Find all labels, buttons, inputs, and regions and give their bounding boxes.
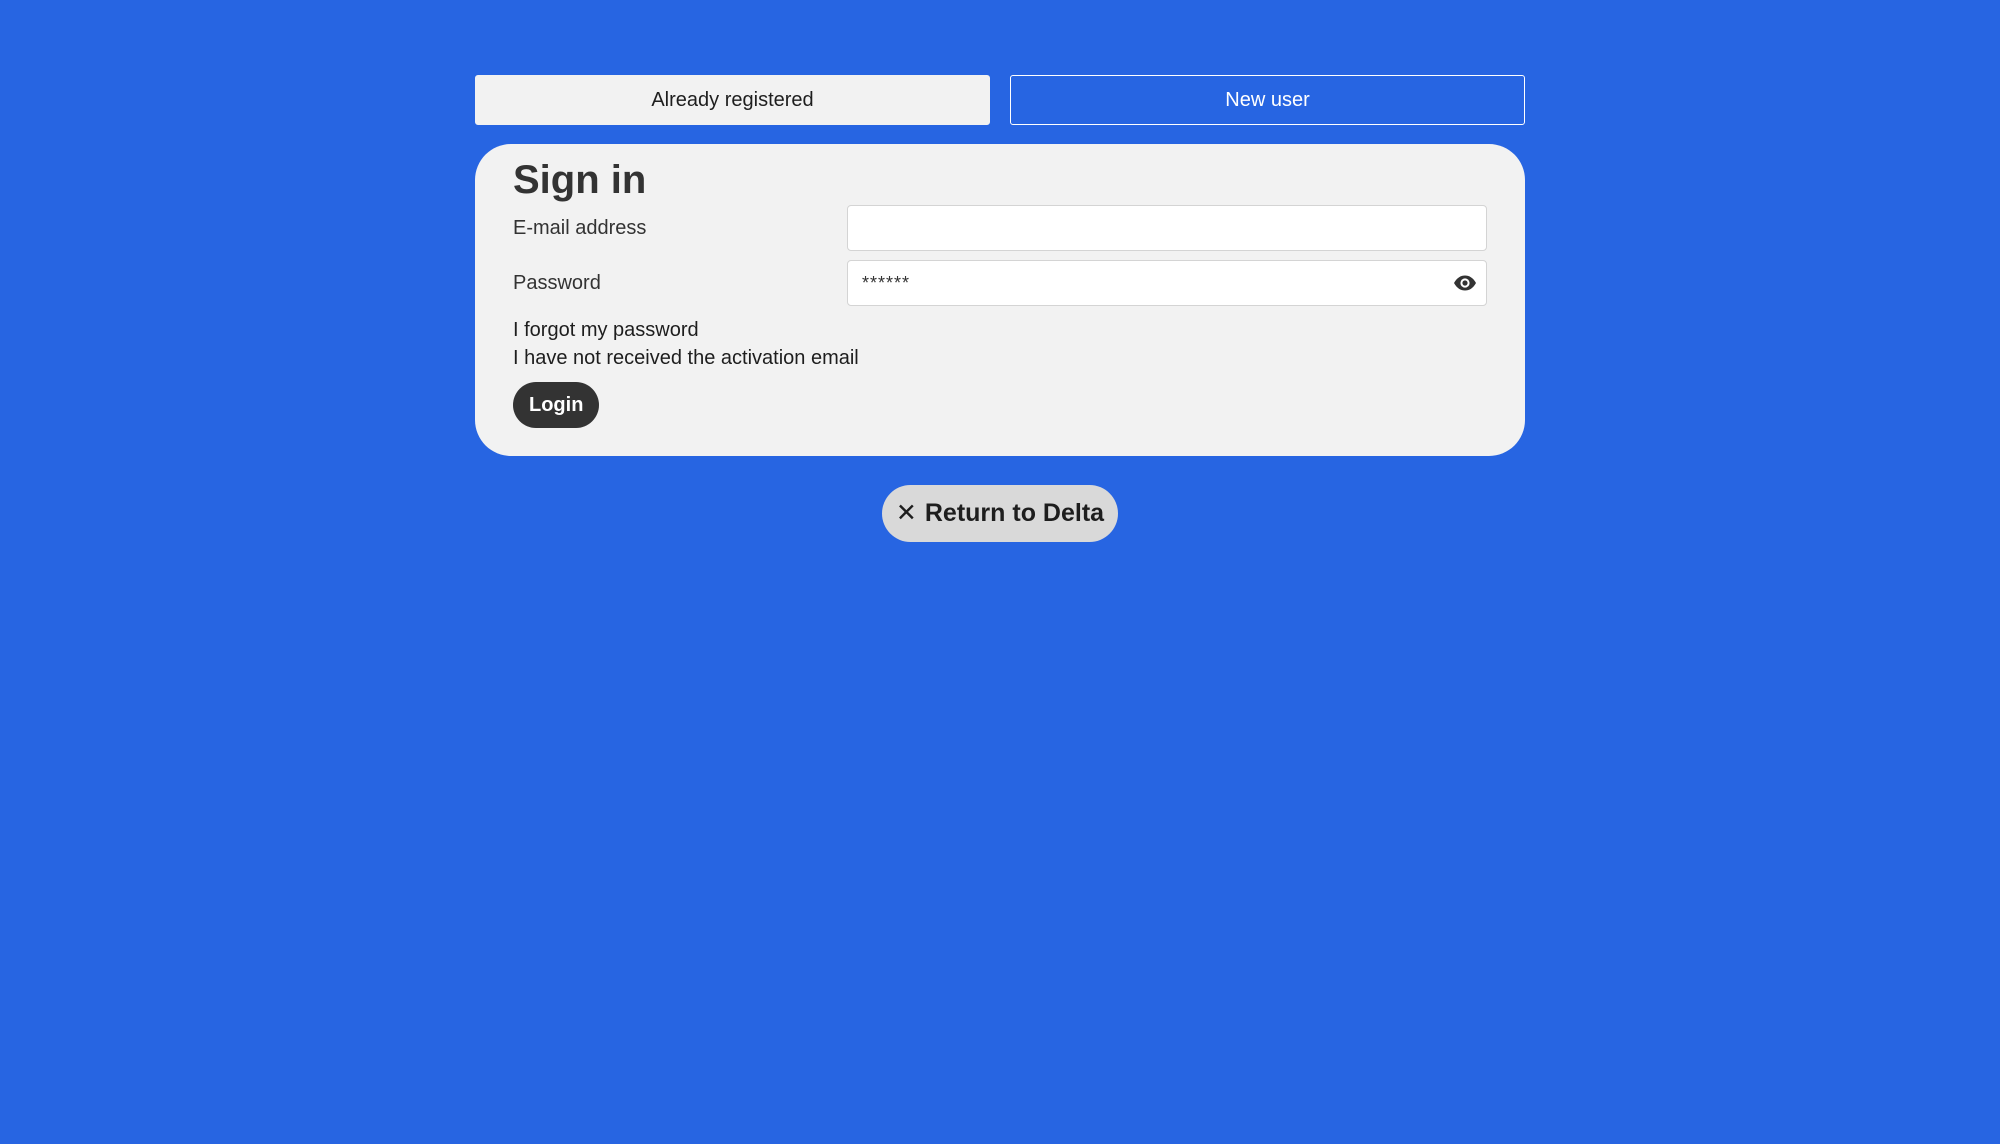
tab-already-registered[interactable]: Already registered	[475, 75, 990, 125]
eye-icon[interactable]	[1453, 271, 1477, 295]
tab-new-user[interactable]: New user	[1010, 75, 1525, 125]
login-button[interactable]: Login	[513, 382, 600, 428]
auth-tabs: Already registered New user	[475, 75, 1525, 125]
email-label: E-mail address	[513, 217, 647, 239]
sign-in-card: Sign in E-mail address Password I forgot…	[475, 144, 1525, 456]
return-to-delta-button[interactable]: ✕ Return to Delta	[882, 485, 1118, 542]
return-button-label: Return to Delta	[924, 499, 1105, 527]
page-title: Sign in	[513, 158, 647, 202]
close-icon: ✕	[895, 499, 917, 527]
forgot-password-link[interactable]: I forgot my password	[513, 318, 699, 342]
password-label: Password	[513, 272, 601, 294]
activation-email-link[interactable]: I have not received the activation email	[513, 346, 859, 370]
password-field[interactable]	[847, 260, 1487, 306]
email-field[interactable]	[847, 205, 1487, 251]
